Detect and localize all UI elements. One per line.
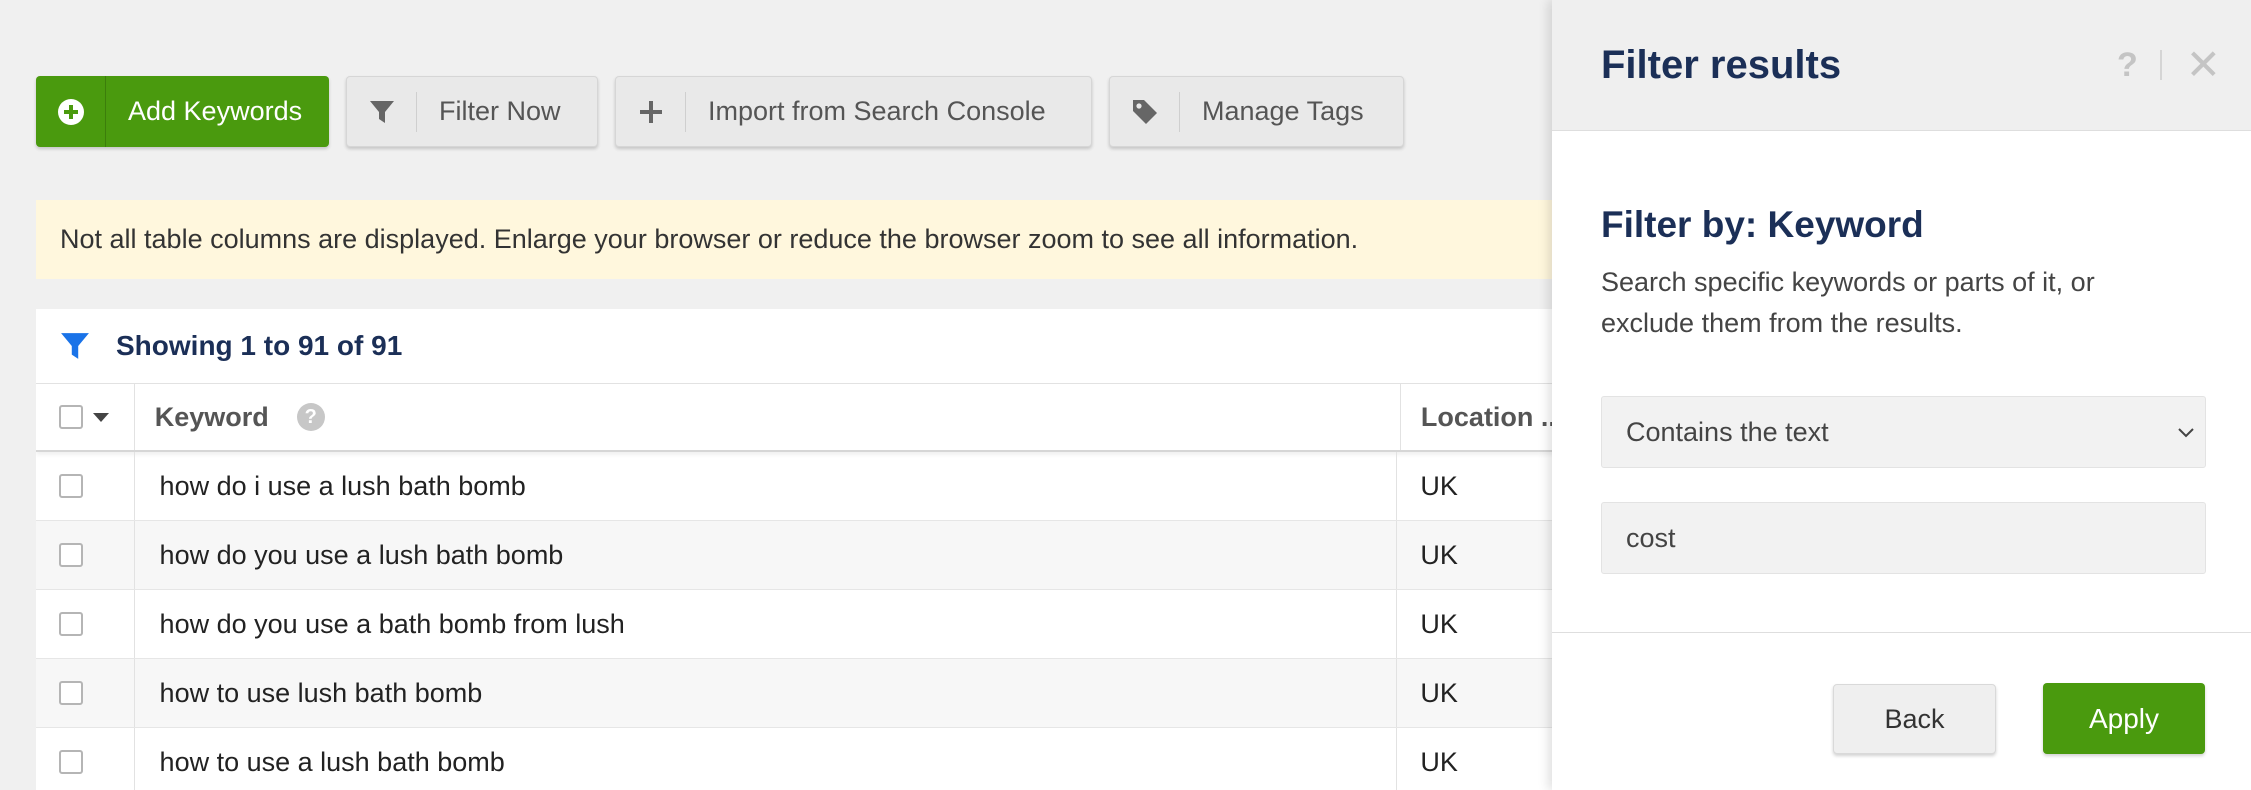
apply-button[interactable]: Apply (2043, 683, 2205, 754)
select-all-checkbox[interactable] (59, 405, 83, 429)
filter-title: Filter by: Keyword (1601, 204, 1924, 245)
plus-icon (616, 91, 686, 132)
keyword-cell: how do you use a lush bath bomb (135, 521, 1398, 589)
help-icon[interactable]: ? (2117, 46, 2138, 85)
panel-title: Filter results (1601, 42, 1842, 87)
row-checkbox[interactable] (59, 474, 83, 498)
import-search-console-button[interactable]: Import from Search Console (615, 76, 1092, 147)
filter-panel: Filter results ? ✕ Filter by: Keyword Se… (1552, 0, 2251, 790)
column-header-location-label: Location ... (1420, 401, 1564, 432)
match-type-value: Contains the text (1626, 416, 1829, 447)
table-row[interactable]: how do you use a bath bomb from lush UK (36, 590, 1636, 659)
help-icon[interactable]: ? (296, 403, 325, 431)
match-type-select[interactable]: Contains the text (1601, 396, 2206, 468)
table-row[interactable]: how to use lush bath bomb UK (36, 659, 1636, 728)
back-button[interactable]: Back (1833, 684, 1996, 754)
columns-notice-text: Not all table columns are displayed. Enl… (60, 224, 1359, 254)
manage-tags-label: Manage Tags (1202, 96, 1364, 126)
funnel-icon (347, 91, 417, 132)
add-keywords-button[interactable]: Add Keywords (36, 76, 329, 147)
table-row[interactable]: how do you use a lush bath bomb UK (36, 521, 1636, 590)
close-icon[interactable]: ✕ (2186, 44, 2221, 86)
results-count-bar: Showing 1 to 91 of 91 (36, 309, 1636, 384)
plus-circle-icon (36, 76, 106, 147)
row-checkbox[interactable] (59, 612, 83, 636)
row-checkbox[interactable] (59, 543, 83, 567)
filter-description: Search specific keywords or parts of it,… (1601, 267, 2095, 338)
keyword-cell: how to use a lush bath bomb (135, 728, 1398, 790)
select-all-header (36, 384, 135, 450)
keyword-cell: how do i use a lush bath bomb (135, 452, 1398, 520)
table-row[interactable]: how to use a lush bath bomb UK (36, 728, 1636, 790)
row-checkbox[interactable] (59, 681, 83, 705)
import-search-console-label: Import from Search Console (708, 96, 1046, 126)
column-header-keyword[interactable]: Keyword ? (135, 384, 1401, 450)
funnel-icon[interactable] (60, 331, 90, 361)
filter-now-button[interactable]: Filter Now (346, 76, 598, 147)
keywords-table: Showing 1 to 91 of 91 Keyword ? Location… (36, 309, 1636, 790)
filter-now-label: Filter Now (439, 96, 561, 126)
keyword-cell: how do you use a bath bomb from lush (135, 590, 1398, 658)
footer-divider (1552, 632, 2251, 633)
chevron-down-icon[interactable] (93, 412, 109, 422)
row-checkbox[interactable] (59, 750, 83, 774)
add-keywords-label: Add Keywords (128, 96, 303, 126)
tag-icon (1110, 91, 1180, 132)
chevron-down-icon (2175, 419, 2197, 450)
filter-panel-header: Filter results ? ✕ (1552, 0, 2251, 131)
keyword-cell: how to use lush bath bomb (135, 659, 1398, 727)
toolbar: Add Keywords Filter Now Import from Sear… (36, 76, 1404, 147)
table-row[interactable]: how do i use a lush bath bomb UK (36, 452, 1636, 521)
column-header-keyword-label: Keyword (154, 401, 269, 432)
filter-text-input[interactable] (1601, 502, 2206, 574)
results-count: Showing 1 to 91 of 91 (116, 330, 403, 361)
columns-notice: Not all table columns are displayed. Enl… (36, 200, 1636, 279)
header-divider (2159, 50, 2162, 80)
manage-tags-button[interactable]: Manage Tags (1109, 76, 1404, 147)
table-header: Keyword ? Location ... S (36, 384, 1636, 452)
